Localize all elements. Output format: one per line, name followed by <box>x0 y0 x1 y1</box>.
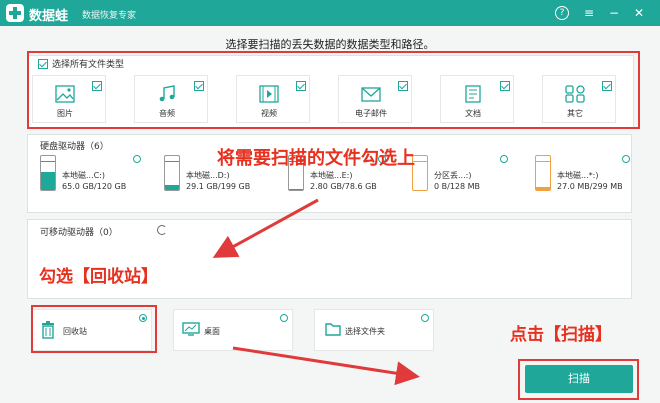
annotation-arrows <box>212 198 420 386</box>
arrow-to-recycle <box>212 198 319 258</box>
arrow-to-scan <box>232 346 420 386</box>
